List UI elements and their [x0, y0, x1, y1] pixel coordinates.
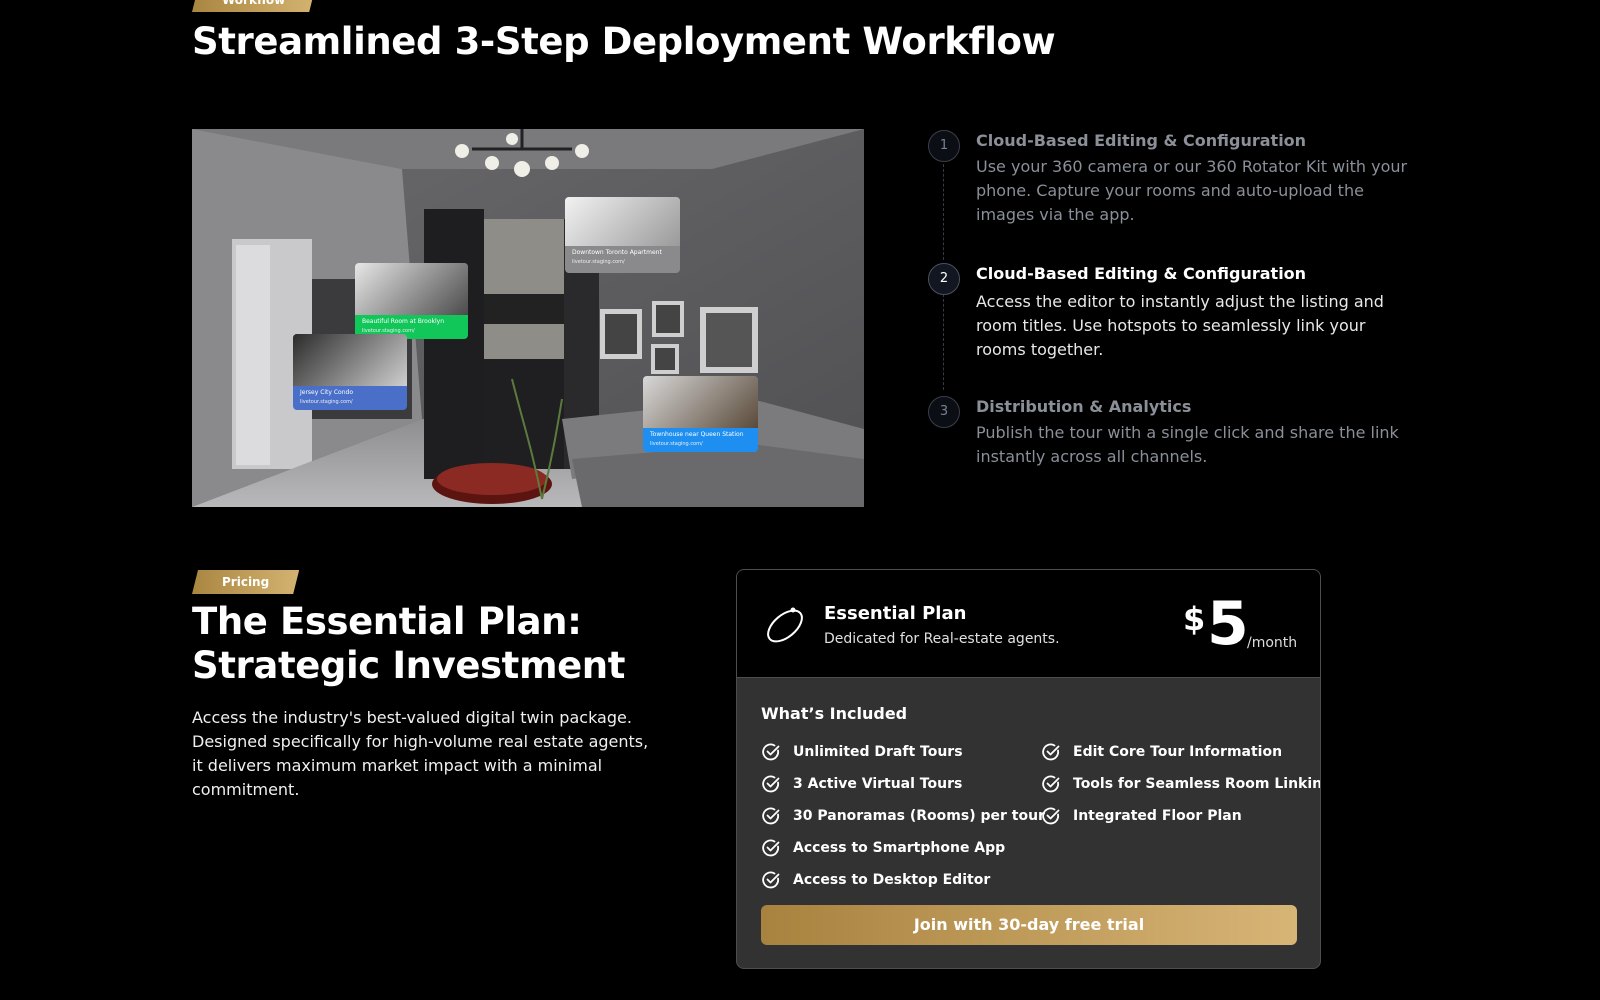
workflow-tag: Workflow: [192, 0, 315, 12]
feature-item: Access to Smartphone App: [761, 838, 1045, 870]
plan-header: Essential Plan Dedicated for Real-estate…: [737, 570, 1320, 678]
included-title: What’s Included: [761, 704, 908, 723]
step-desc: Use your 360 camera or our 360 Rotator K…: [976, 157, 1408, 224]
feature-label: Tools for Seamless Room Linking: [1073, 776, 1321, 792]
check-circle-icon: [1042, 743, 1060, 761]
step-connector: [943, 164, 944, 260]
feature-label: Access to Smartphone App: [793, 840, 1006, 856]
hotspot-url: livetour.staging.com/: [572, 259, 625, 265]
step-title: Cloud-Based Editing & Configuration: [976, 264, 1307, 283]
step-desc: Publish the tour with a single click and…: [976, 423, 1399, 466]
step-title: Distribution & Analytics: [976, 397, 1192, 416]
feature-item: Access to Desktop Editor: [761, 870, 1045, 902]
hotspot-title: Jersey City Condo: [300, 389, 354, 396]
hotspot-title: Downtown Toronto Apartment: [572, 249, 662, 256]
feature-item: Edit Core Tour Information: [1041, 742, 1320, 774]
step-number: 3: [928, 396, 960, 428]
feature-item: 3 Active Virtual Tours: [761, 774, 1045, 806]
feature-item: 30 Panoramas (Rooms) per tour: [761, 806, 1045, 838]
hotspot-url: livetour.staging.com/: [650, 441, 703, 447]
hotspot-card[interactable]: Townhouse near Queen Station livetour.st…: [643, 376, 758, 452]
check-circle-icon: [1042, 775, 1060, 793]
feature-item: Integrated Floor Plan: [1041, 806, 1320, 838]
hotspot-title: Townhouse near Queen Station: [650, 431, 744, 438]
step-connector: [943, 294, 944, 390]
feature-label: 3 Active Virtual Tours: [793, 776, 963, 792]
feature-label: Edit Core Tour Information: [1073, 744, 1283, 760]
hotspot-title: Beautiful Room at Brooklyn: [362, 318, 445, 325]
step-number: 2: [928, 263, 960, 295]
check-circle-icon: [762, 807, 780, 825]
feature-label: Integrated Floor Plan: [1073, 808, 1242, 824]
step-number: 1: [928, 130, 960, 162]
step-title: Cloud-Based Editing & Configuration: [976, 131, 1307, 150]
check-circle-icon: [762, 775, 780, 793]
pricing-title: The Essential Plan: Strategic Investment: [192, 600, 626, 687]
ring-orbit-icon: [767, 607, 803, 643]
feature-item: Tools for Seamless Room Linking: [1041, 774, 1321, 806]
feature-label: Access to Desktop Editor: [793, 872, 991, 888]
hotspot-card[interactable]: Jersey City Condo livetour.staging.com/: [293, 334, 407, 410]
pricing-tag: Pricing: [192, 570, 299, 594]
hotspot-card[interactable]: Beautiful Room at Brooklyn livetour.stag…: [355, 263, 468, 339]
plan-subtitle: Dedicated for Real-estate agents.: [824, 631, 1060, 647]
hotspot-url: livetour.staging.com/: [300, 399, 353, 405]
workflow-title: Streamlined 3-Step Deployment Workflow: [192, 20, 1056, 63]
check-circle-icon: [1042, 807, 1060, 825]
hotspot-card[interactable]: Downtown Toronto Apartment livetour.stag…: [565, 197, 680, 273]
check-circle-icon: [762, 871, 780, 889]
price-currency: $: [1183, 600, 1206, 638]
room-preview-image: Downtown Toronto Apartment livetour.stag…: [192, 129, 864, 507]
price-period: /month: [1247, 635, 1298, 651]
check-circle-icon: [762, 743, 780, 761]
free-trial-button[interactable]: Join with 30-day free trial: [761, 905, 1297, 945]
feature-label: Unlimited Draft Tours: [793, 744, 963, 760]
pricing-card: Essential Plan Dedicated for Real-estate…: [736, 569, 1321, 969]
features-left: Unlimited Draft Tours 3 Active Virtual T…: [761, 742, 1045, 902]
check-circle-icon: [762, 839, 780, 857]
price-value: 5: [1207, 589, 1249, 659]
plan-name: Essential Plan: [824, 603, 967, 624]
pricing-description: Access the industry's best-valued digita…: [192, 708, 649, 799]
feature-item: Unlimited Draft Tours: [761, 742, 1045, 774]
step-desc: Access the editor to instantly adjust th…: [976, 292, 1384, 359]
feature-label: 30 Panoramas (Rooms) per tour: [793, 808, 1045, 824]
features-right: Edit Core Tour Information Tools for Sea…: [1041, 742, 1321, 838]
